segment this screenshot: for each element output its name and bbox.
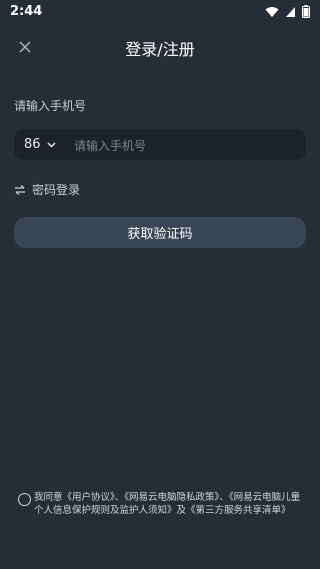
third-party-list-link[interactable]: 《第三方服务共享清单》 [186, 505, 291, 516]
agree-checkbox[interactable] [18, 493, 31, 506]
country-code-selector[interactable]: 86 [24, 137, 56, 152]
agree-sep-1: 、 [114, 492, 125, 503]
user-agreement-link[interactable]: 《用户协议》 [63, 492, 115, 503]
status-bar: 2:44 [0, 0, 320, 24]
password-login-label: 密码登录 [32, 183, 81, 197]
swap-icon [15, 184, 25, 195]
battery-icon [302, 5, 310, 18]
signal-icon [286, 6, 295, 17]
status-time: 2:44 [10, 4, 43, 19]
country-code-value: 86 [24, 137, 41, 152]
password-login-link[interactable]: 密码登录 [14, 181, 80, 198]
phone-number-input[interactable] [72, 134, 300, 158]
agree-and: 及 [176, 505, 187, 516]
agree-prefix: 我同意 [34, 492, 63, 503]
get-code-button[interactable]: 获取验证码 [14, 217, 306, 248]
agreement-text: 我同意《用户协议》、《网易云电脑隐私政策》、《网易云电脑儿童个人信息保护规则及监… [34, 491, 306, 517]
status-icons [265, 5, 310, 18]
top-bar: 登录/注册 [0, 30, 320, 64]
page-title: 登录/注册 [125, 40, 195, 59]
phone-input-row: 86 [14, 129, 306, 160]
agree-sep-2: 、 [219, 492, 229, 503]
privacy-policy-link[interactable]: 《网易云电脑隐私政策》 [124, 492, 219, 503]
wifi-icon [265, 6, 279, 17]
phone-label: 请输入手机号 [14, 99, 87, 113]
chevron-down-icon [47, 141, 56, 148]
